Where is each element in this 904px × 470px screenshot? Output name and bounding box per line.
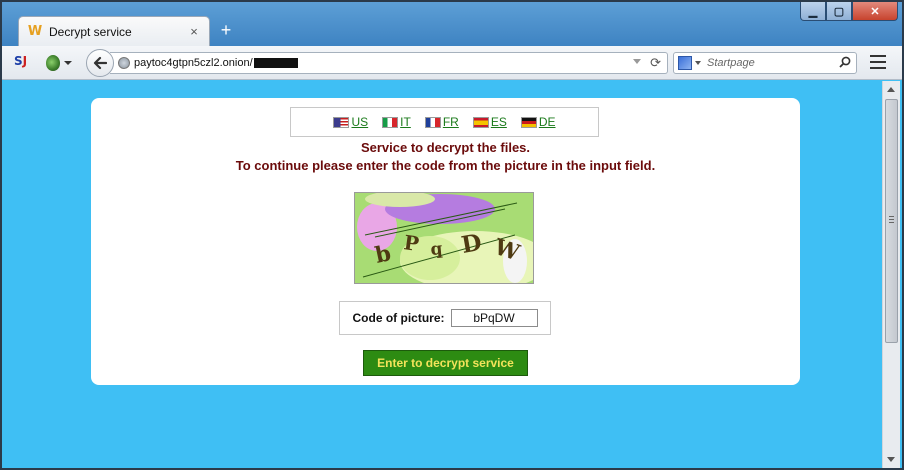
lang-label: DE bbox=[538, 115, 556, 129]
scroll-up-arrow-icon[interactable] bbox=[887, 87, 895, 92]
lang-label: FR bbox=[442, 115, 459, 129]
address-bar[interactable]: paytoc4gtpn5czl2.onion/ ⟳ bbox=[110, 52, 668, 74]
fr-flag-icon bbox=[424, 116, 441, 128]
code-label: Code of picture: bbox=[352, 311, 445, 325]
back-button[interactable] bbox=[86, 49, 114, 77]
scrollbar-thumb[interactable] bbox=[885, 99, 898, 343]
back-arrow-icon bbox=[93, 56, 107, 70]
language-selector: US IT FR ES DE bbox=[290, 107, 599, 137]
enter-decrypt-service-button[interactable]: Enter to decrypt service bbox=[363, 350, 528, 376]
search-icon[interactable] bbox=[839, 56, 851, 68]
lang-label: IT bbox=[400, 115, 411, 129]
search-engine-icon[interactable] bbox=[678, 56, 692, 70]
lang-link-fr[interactable]: FR bbox=[424, 115, 459, 129]
lang-link-de[interactable]: DE bbox=[520, 115, 556, 129]
navigation-toolbar: SJ paytoc4gtpn5czl2.onion/ ⟳ bbox=[2, 46, 902, 80]
search-bar[interactable] bbox=[673, 52, 857, 74]
window-controls: ▁ ▢ ✕ bbox=[800, 2, 898, 22]
captcha-image: b P q D W bbox=[354, 192, 534, 284]
lang-link-es[interactable]: ES bbox=[472, 115, 507, 129]
globe-icon bbox=[118, 57, 130, 69]
browser-window: W Decrypt service × + ▁ ▢ ✕ SJ paytoc4gt… bbox=[0, 0, 904, 470]
tab-title: Decrypt service bbox=[49, 24, 132, 39]
lang-link-us[interactable]: US bbox=[333, 115, 368, 129]
url-redaction bbox=[253, 58, 298, 68]
us-flag-icon bbox=[333, 116, 350, 128]
captcha-drawing: b P q D W bbox=[355, 193, 533, 283]
onion-icon bbox=[46, 55, 60, 71]
maximize-button[interactable]: ▢ bbox=[826, 2, 852, 21]
lang-label: US bbox=[351, 115, 369, 129]
page-viewport: US IT FR ES DE Service to decrypt the fi… bbox=[2, 81, 882, 468]
instruction-line-1: Service to decrypt the files. bbox=[360, 140, 531, 155]
url-text: paytoc4gtpn5czl2.onion/ bbox=[134, 57, 253, 69]
tab-close-icon[interactable]: × bbox=[187, 24, 201, 39]
tab-decrypt-service[interactable]: W Decrypt service × bbox=[18, 16, 210, 46]
de-flag-icon bbox=[520, 116, 537, 128]
it-flag-icon bbox=[382, 116, 399, 128]
decrypt-card: US IT FR ES DE Service to decrypt the fi… bbox=[91, 98, 800, 385]
hamburger-menu-icon[interactable] bbox=[870, 55, 886, 69]
minimize-button[interactable]: ▁ bbox=[800, 2, 826, 21]
close-window-button[interactable]: ✕ bbox=[852, 2, 898, 21]
reload-icon[interactable]: ⟳ bbox=[650, 55, 661, 71]
s-extension-icon[interactable]: SJ bbox=[14, 54, 34, 72]
lang-link-it[interactable]: IT bbox=[382, 115, 411, 129]
captcha-code-input[interactable] bbox=[450, 309, 538, 327]
grip-icon bbox=[889, 216, 894, 223]
tab-strip: W Decrypt service × + ▁ ▢ ✕ bbox=[2, 2, 902, 46]
search-input[interactable] bbox=[707, 57, 837, 69]
code-entry-box: Code of picture: bbox=[339, 301, 551, 335]
chevron-down-icon bbox=[695, 61, 701, 65]
es-flag-icon bbox=[472, 116, 489, 128]
tor-onion-button[interactable] bbox=[46, 53, 76, 73]
svg-text:q: q bbox=[430, 239, 444, 260]
url-history-dropdown-icon[interactable] bbox=[633, 59, 641, 64]
chevron-down-icon bbox=[64, 61, 72, 65]
w-favicon-icon: W bbox=[27, 24, 43, 39]
instruction-line-2: To continue please enter the code from t… bbox=[235, 158, 656, 173]
lang-label: ES bbox=[490, 115, 507, 129]
vertical-scrollbar[interactable] bbox=[882, 81, 900, 468]
scroll-down-arrow-icon[interactable] bbox=[887, 457, 895, 462]
new-tab-button[interactable]: + bbox=[216, 20, 236, 40]
